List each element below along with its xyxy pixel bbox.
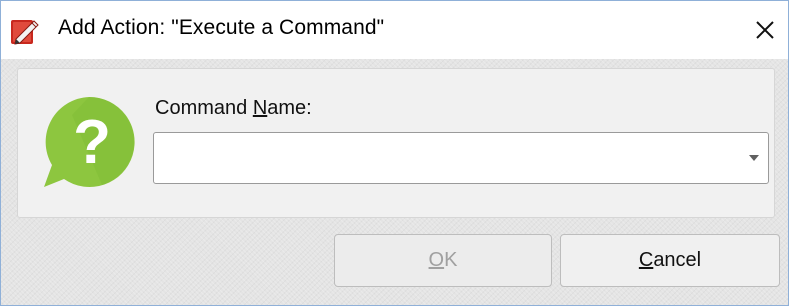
add-action-dialog: Add Action: "Execute a Command" ? Comman… bbox=[0, 0, 789, 306]
close-button[interactable] bbox=[743, 8, 787, 52]
dialog-title: Add Action: "Execute a Command" bbox=[58, 16, 385, 39]
command-name-combobox[interactable] bbox=[153, 132, 769, 184]
dropdown-arrow-icon[interactable] bbox=[748, 153, 760, 163]
question-bubble-icon: ? bbox=[44, 96, 135, 187]
dialog-body: ? Command Name: OK Cancel bbox=[1, 59, 788, 305]
command-panel: ? Command Name: bbox=[17, 68, 775, 218]
ok-button[interactable]: OK bbox=[334, 234, 552, 287]
command-name-label: Command Name: bbox=[155, 97, 312, 119]
close-icon bbox=[756, 21, 774, 39]
title-bar: Add Action: "Execute a Command" bbox=[1, 1, 788, 59]
svg-text:?: ? bbox=[73, 108, 111, 177]
cancel-button[interactable]: Cancel bbox=[560, 234, 780, 287]
pdf-editor-icon bbox=[11, 20, 39, 45]
